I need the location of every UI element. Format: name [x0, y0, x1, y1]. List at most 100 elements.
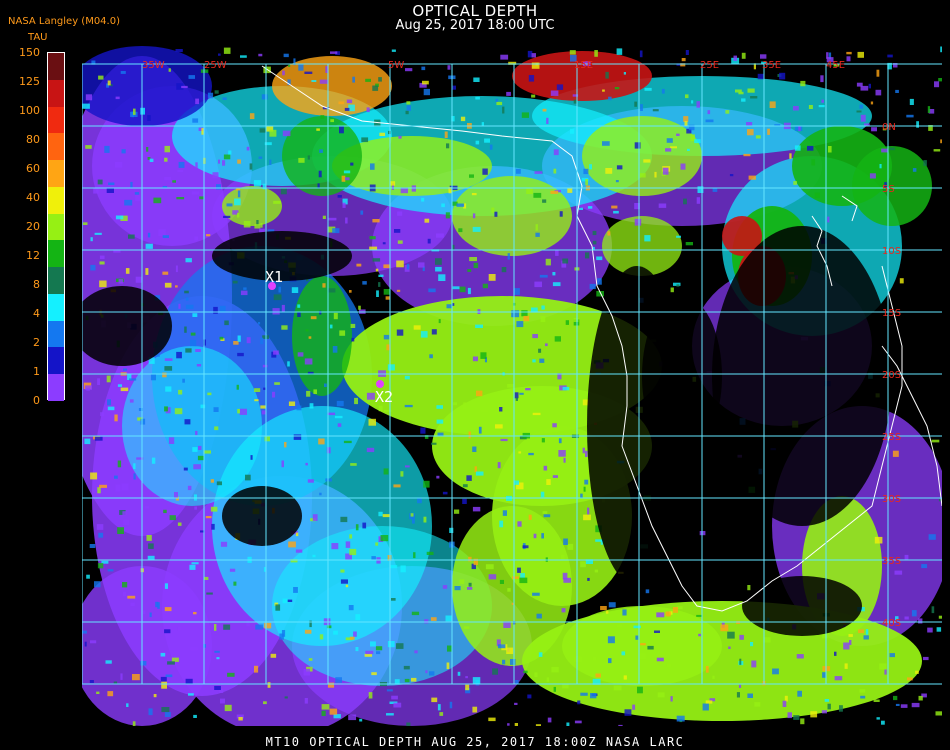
cloud-pixel — [162, 271, 169, 275]
cloud-pixel — [129, 378, 137, 381]
cloud-pixel — [258, 53, 263, 57]
cloud-pixel — [696, 614, 703, 617]
cloud-pixel — [532, 359, 536, 363]
cloud-pixel — [327, 288, 336, 293]
cloud-pixel — [204, 576, 209, 580]
cloud-pixel — [296, 405, 302, 411]
cloud-pixel — [595, 673, 601, 678]
cloud-pixel — [887, 54, 893, 58]
cloud-pixel — [124, 199, 133, 206]
cloud-pixel — [229, 568, 236, 572]
cloud-pixel — [90, 237, 93, 242]
cloud-pixel — [196, 364, 202, 367]
cloud-pixel — [245, 474, 251, 481]
cloud-pixel — [647, 645, 654, 650]
cloud-pixel — [536, 613, 542, 619]
cloud-pixel — [456, 203, 465, 207]
legend-swatch — [48, 267, 64, 295]
legend-swatch — [48, 186, 64, 215]
latitude-label: 0N — [882, 122, 896, 133]
cloud-pixel — [281, 325, 288, 330]
cloud-pixel — [322, 283, 326, 288]
cloud-pixel — [463, 402, 467, 409]
cloud-pixel — [475, 96, 480, 100]
cloud-pixel — [305, 462, 308, 466]
cloud-pixel — [160, 652, 166, 657]
cloud-pixel — [666, 138, 673, 143]
cloud-pixel — [429, 671, 435, 676]
cloud-pixel — [431, 329, 437, 335]
cloud-pixel — [543, 514, 551, 518]
cloud-pixel — [793, 715, 800, 720]
cloud-pixel — [378, 77, 382, 82]
cloud-pixel — [814, 192, 820, 199]
cloud-pixel — [240, 290, 248, 296]
cloud-pixel — [860, 695, 866, 699]
cloud-pixel — [207, 392, 212, 396]
cloud-pixel — [531, 62, 540, 69]
cloud-pixel — [423, 480, 430, 488]
cloud-pixel — [559, 211, 563, 217]
cloud-pixel — [656, 657, 664, 662]
cloud-pixel — [220, 698, 225, 704]
cloud-pixel — [546, 117, 549, 124]
cloud-pixel — [412, 518, 415, 524]
cloud-pixel — [97, 563, 104, 569]
cloud-pixel — [260, 405, 266, 409]
cloud-pixel — [424, 619, 429, 624]
cloud-pixel — [284, 442, 287, 448]
cloud-pixel — [676, 133, 680, 136]
cloud-pixel — [787, 712, 792, 719]
cloud-pixel — [553, 686, 556, 692]
cloud-pixel — [735, 89, 742, 93]
cloud-pixel — [810, 711, 818, 718]
cloud-pixel — [520, 573, 525, 579]
cloud-pixel — [114, 414, 118, 422]
cloud-pixel — [394, 229, 401, 233]
cloud-pixel — [281, 460, 284, 468]
legend-swatch — [48, 106, 64, 134]
cloud-pixel — [216, 481, 222, 486]
cloud-pixel — [587, 507, 590, 515]
cloud-pixel — [784, 695, 788, 702]
latitude-label: 10S — [882, 246, 901, 257]
cloud-pixel — [85, 94, 93, 101]
legend-swatch — [48, 53, 64, 81]
cloud-pixel — [447, 65, 451, 70]
cloud-pixel — [634, 218, 642, 226]
legend-swatch — [48, 240, 64, 268]
cloud-pixel — [210, 479, 214, 483]
cloud-pixel — [459, 286, 466, 293]
cloud-pixel — [345, 217, 348, 224]
cloud-pixel — [413, 325, 421, 330]
cloud-pixel — [291, 287, 299, 293]
cloud-pixel — [468, 431, 471, 439]
cloud-pixel — [305, 329, 309, 332]
cloud-pixel — [369, 236, 376, 240]
cloud-pixel — [522, 545, 529, 549]
cloud-pixel — [336, 400, 344, 407]
cloud-pixel — [274, 382, 280, 385]
cloud-pixel — [634, 101, 638, 107]
cloud-pixel — [319, 310, 322, 315]
cloud-pixel — [431, 697, 438, 703]
cloud-pixel — [491, 207, 495, 213]
cloud-pixel — [797, 690, 802, 697]
cloud-pixel — [793, 181, 797, 185]
cloud-pixel — [387, 641, 395, 648]
cloud-pixel — [583, 168, 589, 175]
cloud-pixel — [349, 534, 353, 539]
cloud-pixel — [534, 672, 538, 678]
cloud-pixel — [275, 604, 281, 611]
cloud-pixel — [874, 536, 883, 544]
cloud-pixel — [382, 514, 390, 518]
cloud-pixel — [680, 163, 686, 170]
cloud-pixel — [769, 101, 776, 108]
cloud-pixel — [923, 160, 927, 166]
cloud-pixel — [322, 215, 326, 219]
cloud-pixel — [185, 348, 192, 353]
cloud-pixel — [446, 143, 450, 149]
cloud-pixel — [554, 336, 561, 342]
cloud-pixel — [881, 148, 888, 153]
cloud-pixel — [526, 187, 533, 194]
